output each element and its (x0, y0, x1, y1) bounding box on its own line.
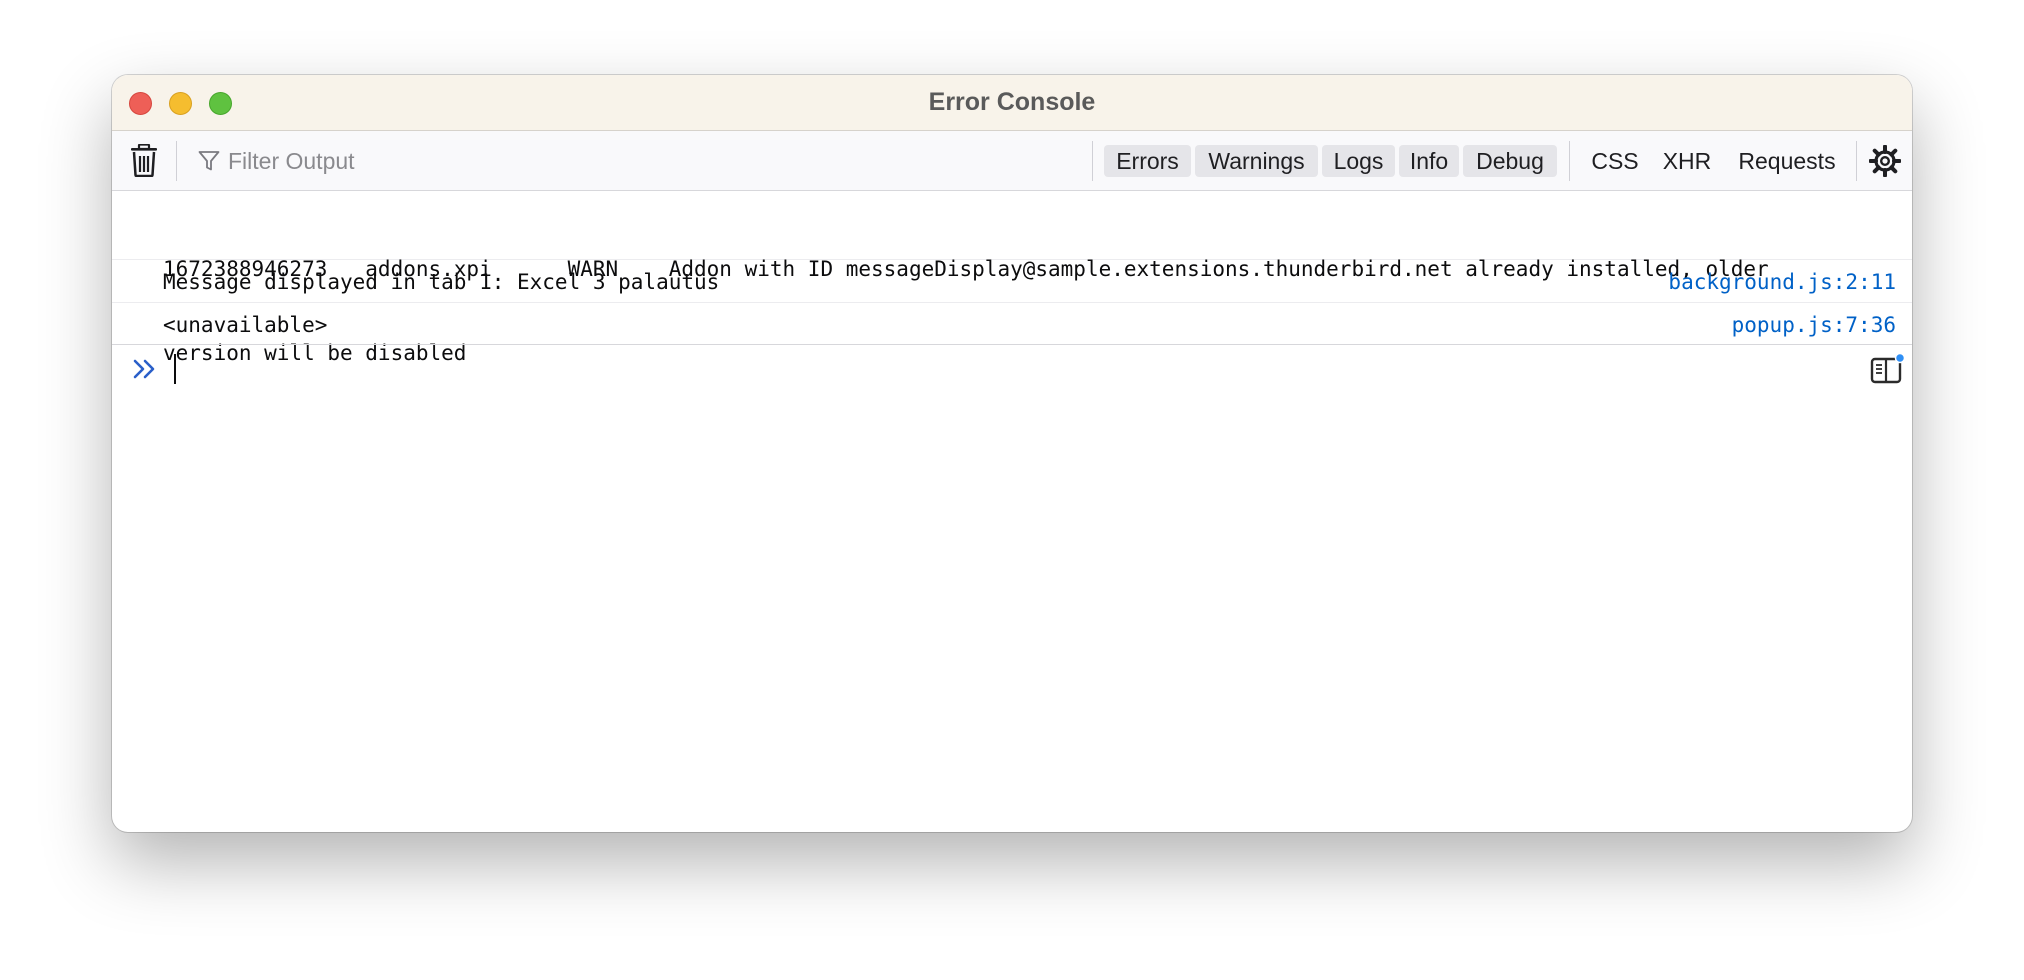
sidebar-toggle-button[interactable] (1870, 352, 1906, 387)
filter-icon (198, 151, 220, 171)
double-chevron-icon (133, 359, 155, 379)
zoom-window-button[interactable] (209, 92, 232, 115)
title-bar: Error Console (112, 75, 1912, 131)
text-cursor (174, 354, 176, 384)
log-row[interactable]: 1672388946273 addons.xpi WARN Addon with… (112, 191, 1912, 365)
filter-debug-button[interactable]: Debug (1463, 145, 1557, 177)
clear-output-button[interactable] (130, 143, 158, 178)
minimize-window-button[interactable] (169, 92, 192, 115)
console-toolbar: Errors Warnings Logs Info Debug CSS XHR … (112, 131, 1912, 191)
log-row[interactable]: <unavailable> popup.js:7:36 (112, 303, 1912, 345)
log-source-link[interactable]: background.js:2:11 (1668, 268, 1896, 296)
filter-errors-button[interactable]: Errors (1104, 145, 1191, 177)
log-message: Message displayed in tab 1: Excel 3 pala… (163, 270, 720, 294)
filter-requests-button[interactable]: Requests (1733, 145, 1841, 177)
toolbar-separator (1092, 141, 1093, 181)
trash-icon (131, 143, 157, 178)
log-message: <unavailable> (163, 313, 328, 337)
sidebar-toggle-icon (1870, 352, 1906, 384)
console-settings-button[interactable] (1868, 144, 1902, 178)
filter-info-button[interactable]: Info (1399, 145, 1459, 177)
filter-xhr-button[interactable]: XHR (1659, 145, 1715, 177)
close-window-button[interactable] (129, 92, 152, 115)
filter-logs-button[interactable]: Logs (1322, 145, 1395, 177)
console-output: 1672388946273 addons.xpi WARN Addon with… (112, 191, 1912, 395)
toolbar-separator (176, 141, 177, 181)
log-row[interactable]: Message displayed in tab 1: Excel 3 pala… (112, 260, 1912, 303)
log-source-link[interactable]: popup.js:7:36 (1732, 311, 1896, 339)
console-input-row[interactable] (112, 345, 1912, 395)
filter-output-input[interactable] (226, 143, 1090, 179)
toolbar-separator (1856, 141, 1857, 181)
gear-icon (1868, 144, 1902, 178)
filter-warnings-button[interactable]: Warnings (1195, 145, 1318, 177)
toolbar-separator (1569, 141, 1570, 181)
error-console-window: Error Console Errors Warnin (112, 75, 1912, 832)
window-title: Error Console (928, 88, 1096, 116)
desktop-background: Error Console Errors Warnin (0, 0, 2024, 980)
filter-css-button[interactable]: CSS (1587, 145, 1643, 177)
